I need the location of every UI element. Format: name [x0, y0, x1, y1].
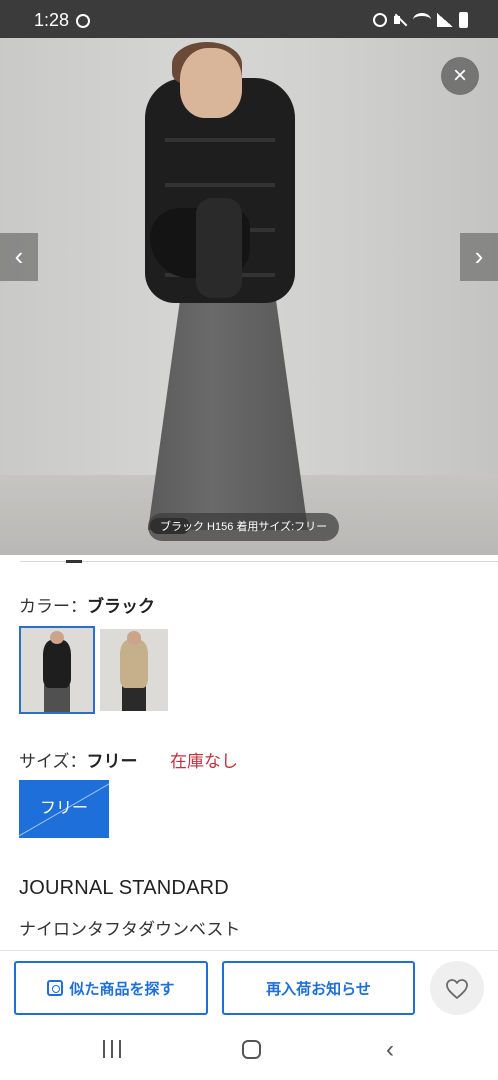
size-selected-value: フリー — [86, 752, 138, 771]
thumbnail-indicator — [66, 560, 82, 563]
photo-skirt — [148, 300, 308, 530]
home-icon[interactable] — [242, 1040, 261, 1059]
battery-icon — [459, 12, 468, 28]
color-label: カラー：ブラック — [19, 592, 155, 617]
wifi-icon — [413, 13, 431, 27]
color-selected-value: ブラック — [87, 597, 155, 616]
action-bar: 似た商品を探す 再入荷お知らせ — [0, 950, 498, 1024]
color-swatch-beige[interactable] — [100, 629, 168, 711]
swatch-image — [21, 628, 93, 712]
alarm-icon — [373, 13, 387, 27]
divider — [20, 561, 498, 562]
signal-icon — [437, 13, 453, 27]
swatch-figure — [120, 640, 148, 689]
size-label-text: サイズ： — [19, 752, 87, 771]
size-option-label: フリー — [39, 800, 88, 817]
heart-icon — [446, 979, 468, 999]
chevron-left-icon: ‹ — [14, 241, 24, 271]
photo-sleeve — [196, 198, 242, 298]
product-name: ナイロンタフタダウンベスト — [19, 920, 241, 939]
swatch-head — [127, 631, 141, 645]
chevron-right-icon: › — [474, 241, 484, 271]
product-image[interactable]: × ‹ › ブラック H156 着用サイズ:フリー — [0, 38, 498, 555]
sync-icon — [76, 14, 90, 28]
prev-image-button[interactable]: ‹ — [0, 233, 38, 281]
swatch-image — [100, 629, 168, 711]
swatch-figure — [42, 639, 72, 689]
find-similar-button[interactable]: 似た商品を探す — [14, 961, 208, 1015]
restock-notify-label: 再入荷お知らせ — [266, 980, 371, 998]
color-label-text: カラー： — [19, 597, 87, 616]
size-option-free[interactable]: フリー — [19, 780, 109, 838]
size-label: サイズ：フリー — [19, 747, 138, 772]
status-time: 1:28 — [34, 10, 70, 30]
restock-notify-button[interactable]: 再入荷お知らせ — [222, 961, 415, 1015]
brand-name[interactable]: JOURNAL STANDARD — [19, 877, 229, 900]
mute-icon — [393, 13, 407, 27]
system-nav-bar: ‹ — [0, 1024, 498, 1080]
image-search-icon — [47, 980, 64, 996]
find-similar-label: 似た商品を探す — [69, 980, 175, 998]
swatch-skirt — [121, 684, 147, 711]
photo-head — [180, 48, 242, 118]
status-icons — [373, 12, 468, 28]
stock-status: 在庫なし — [170, 752, 238, 771]
color-swatch-black[interactable] — [19, 626, 95, 714]
close-icon: × — [452, 62, 467, 89]
back-icon[interactable]: ‹ — [386, 1036, 394, 1064]
next-image-button[interactable]: › — [460, 233, 498, 281]
swatch-skirt — [44, 685, 70, 712]
recent-apps-icon[interactable] — [103, 1040, 121, 1058]
swatch-head — [49, 630, 65, 644]
favorite-button[interactable] — [430, 961, 484, 1015]
status-bar: 1:28 — [0, 0, 498, 38]
close-button[interactable]: × — [441, 57, 479, 95]
image-caption: ブラック H156 着用サイズ:フリー — [148, 513, 340, 541]
